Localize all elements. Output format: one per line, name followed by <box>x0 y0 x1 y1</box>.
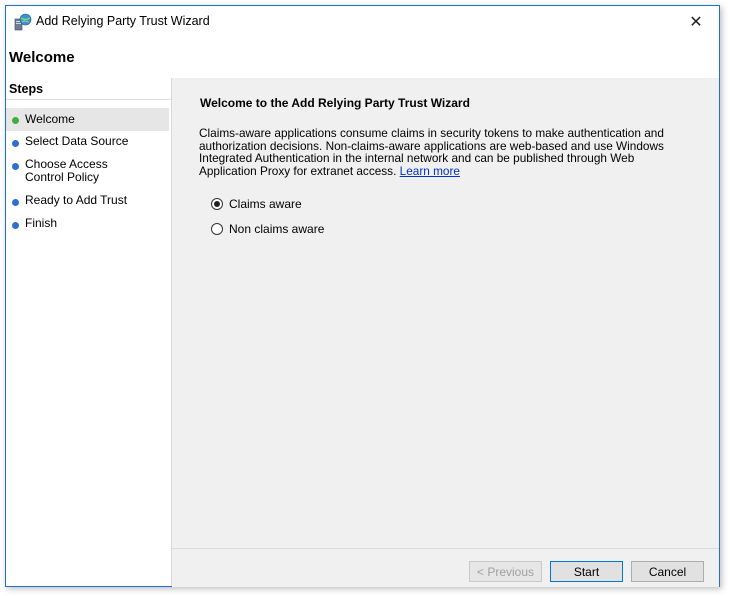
step-status-dot <box>12 163 19 170</box>
step-finish: Finish <box>6 217 169 237</box>
button-bar: < Previous Start Cancel <box>172 548 719 587</box>
step-status-dot <box>12 222 19 229</box>
step-welcome: Welcome <box>6 108 169 131</box>
close-icon: ✕ <box>689 13 703 31</box>
non-claims-aware-radio[interactable] <box>211 223 223 235</box>
step-select-data-source: Select Data Source <box>6 135 169 155</box>
content-title: Welcome to the Add Relying Party Trust W… <box>200 96 470 110</box>
claims-aware-label[interactable]: Claims aware <box>229 197 302 211</box>
step-status-dot <box>12 140 19 147</box>
previous-button[interactable]: < Previous <box>469 561 542 582</box>
cancel-button[interactable]: Cancel <box>631 561 704 582</box>
steps-title: Steps <box>9 82 44 96</box>
content-panel: Welcome to the Add Relying Party Trust W… <box>172 78 719 548</box>
claims-aware-option[interactable]: Claims aware <box>211 197 302 211</box>
wizard-window: Add Relying Party Trust Wizard ✕ Welcome… <box>5 5 720 587</box>
steps-divider <box>6 99 171 100</box>
step-label: Welcome <box>25 112 75 126</box>
step-ready-to-add-trust: Ready to Add Trust <box>6 194 169 214</box>
step-label: Finish <box>25 216 58 230</box>
non-claims-aware-label[interactable]: Non claims aware <box>229 222 324 236</box>
page-header: Welcome <box>6 37 719 79</box>
learn-more-link[interactable]: Learn more <box>400 164 460 178</box>
close-button[interactable]: ✕ <box>673 6 719 37</box>
step-label: Select Data Source <box>25 134 129 148</box>
page-title: Welcome <box>9 49 75 66</box>
step-status-dot <box>12 199 19 206</box>
server-globe-icon <box>14 13 32 31</box>
start-button[interactable]: Start <box>550 561 623 582</box>
step-label: Ready to Add Trust <box>25 193 128 207</box>
title-bar[interactable]: Add Relying Party Trust Wizard ✕ <box>6 6 719 37</box>
content-description: Claims-aware applications consume claims… <box>199 127 679 177</box>
steps-panel: Steps Welcome Select Data Source Choose … <box>6 78 172 586</box>
non-claims-aware-option[interactable]: Non claims aware <box>211 222 324 236</box>
window-title: Add Relying Party Trust Wizard <box>36 14 210 28</box>
claims-aware-radio[interactable] <box>211 198 223 210</box>
step-choose-access-control-policy: Choose Access Control Policy <box>6 158 169 188</box>
step-label: Choose Access Control Policy <box>25 157 108 184</box>
step-status-dot <box>12 117 19 124</box>
